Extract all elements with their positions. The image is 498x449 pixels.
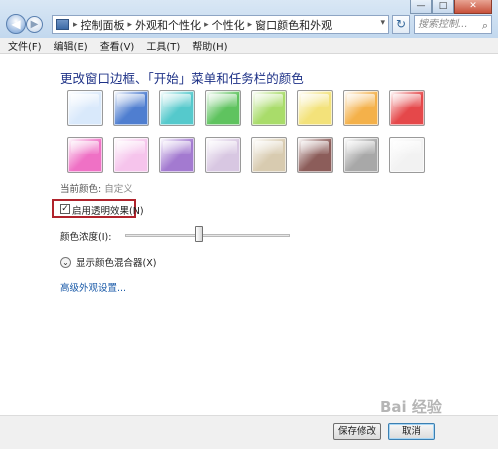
title-bar: — □ ✕ ◀ ▶ ▸ 控制面板 ▸ 外观和个性化 ▸ 个性化 ▸ 窗口颜色和外… (0, 0, 498, 38)
transparency-label[interactable]: 启用透明效果(N) (72, 203, 144, 217)
chevron-down-icon[interactable]: ▾ (380, 18, 385, 28)
menu-tools[interactable]: 工具(T) (146, 38, 180, 53)
menu-file[interactable]: 文件(F) (8, 38, 42, 53)
chevron-right-icon: ▸ (247, 19, 253, 30)
color-swatch-twilight[interactable] (113, 90, 149, 126)
transparency-checkbox[interactable]: ✓ (60, 204, 70, 214)
window: — □ ✕ ◀ ▶ ▸ 控制面板 ▸ 外观和个性化 ▸ 个性化 ▸ 窗口颜色和外… (0, 0, 498, 449)
transparency-highlight: ✓ 启用透明效果(N) (52, 199, 144, 218)
maximize-button[interactable]: □ (432, 0, 454, 14)
color-swatch-fuchsia[interactable] (67, 137, 103, 173)
menu-edit[interactable]: 编辑(E) (54, 38, 88, 53)
back-button[interactable]: ◀ (6, 14, 26, 34)
control-panel-icon (56, 19, 69, 30)
breadcrumb-personalization[interactable]: 个性化 (212, 17, 245, 33)
close-button[interactable]: ✕ (454, 0, 492, 14)
address-bar[interactable]: ▸ 控制面板 ▸ 外观和个性化 ▸ 个性化 ▸ 窗口颜色和外观 ▾ (52, 15, 389, 34)
color-swatch-slate[interactable] (343, 137, 379, 173)
color-swatch-violet[interactable] (159, 137, 195, 173)
current-color: 当前颜色: 自定义 (60, 181, 133, 195)
color-swatch-frost[interactable] (389, 137, 425, 173)
color-swatch-pumpkin-light[interactable] (297, 90, 333, 126)
main-content: 更改窗口边框、「开始」菜单和任务栏的颜色 当前颜色: 自定义 ✓ 启用透明效果(… (0, 55, 498, 415)
search-input[interactable]: 搜索控制... ⌕ (414, 15, 492, 34)
search-placeholder: 搜索控制... (418, 19, 468, 30)
chevron-right-icon: ▸ (73, 19, 78, 30)
watermark: Bai 经验 (380, 398, 442, 416)
menu-help[interactable]: 帮助(H) (192, 38, 227, 53)
color-mixer-label[interactable]: 显示颜色混合器(X) (76, 255, 156, 269)
color-swatch-chocolate[interactable] (297, 137, 333, 173)
breadcrumb-control-panel[interactable]: 控制面板 (81, 17, 125, 33)
color-mixer-toggle[interactable]: ⌄ 显示颜色混合器(X) (60, 255, 156, 269)
advanced-appearance-link[interactable]: 高级外观设置... (60, 280, 126, 294)
color-swatch-pumpkin[interactable] (343, 90, 379, 126)
color-intensity-slider[interactable] (125, 234, 290, 237)
current-color-value: 自定义 (104, 184, 133, 195)
chevron-right-icon: ▸ (127, 19, 133, 30)
cancel-button[interactable]: 取消 (388, 423, 435, 440)
color-swatch-leaf[interactable] (205, 90, 241, 126)
button-bar: 保存修改 取消 (0, 415, 498, 449)
chevron-down-icon[interactable]: ⌄ (60, 256, 71, 268)
save-button[interactable]: 保存修改 (333, 423, 381, 440)
breadcrumb-window-color[interactable]: 窗口颜色和外观 (255, 17, 332, 33)
menu-view[interactable]: 查看(V) (100, 38, 135, 53)
color-swatch-sky[interactable] (67, 90, 103, 126)
forward-button[interactable]: ▶ (26, 16, 43, 33)
color-intensity-label: 颜色浓度(I): (60, 232, 112, 243)
color-swatch-taupe[interactable] (251, 137, 287, 173)
search-icon[interactable]: ⌕ (482, 17, 488, 34)
slider-handle[interactable] (195, 226, 204, 242)
menu-bar: 文件(F) 编辑(E) 查看(V) 工具(T) 帮助(H) (0, 38, 498, 54)
refresh-button[interactable]: ↻ (392, 15, 410, 34)
color-swatch-blush[interactable] (113, 137, 149, 173)
color-swatch-lime[interactable] (251, 90, 287, 126)
color-swatch-lavender[interactable] (205, 137, 241, 173)
page-title: 更改窗口边框、「开始」菜单和任务栏的颜色 (60, 71, 304, 86)
color-swatch-ruby[interactable] (389, 90, 425, 126)
color-swatch-sea[interactable] (159, 90, 195, 126)
chevron-right-icon: ▸ (204, 19, 209, 30)
breadcrumb-appearance[interactable]: 外观和个性化 (135, 17, 201, 33)
current-color-label: 当前颜色: (60, 184, 102, 195)
caption-buttons: — □ ✕ (410, 0, 492, 14)
minimize-button[interactable]: — (410, 0, 432, 14)
